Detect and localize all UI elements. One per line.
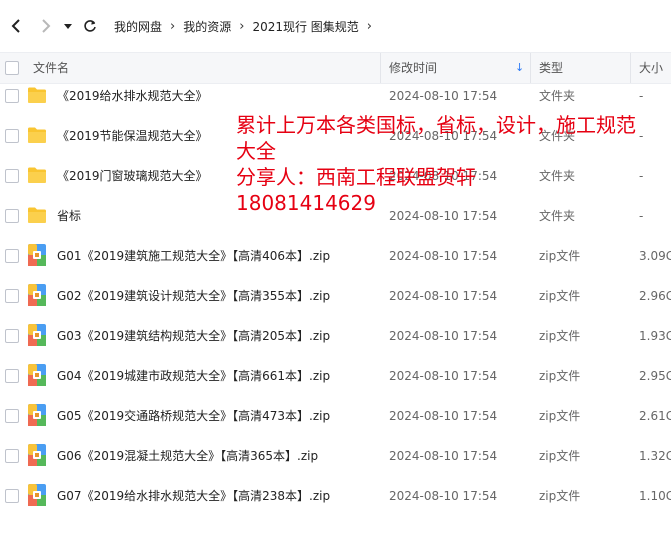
row-checkbox[interactable]	[5, 329, 19, 343]
file-size: 1.10G	[639, 489, 671, 503]
file-type: zip文件	[539, 289, 581, 303]
file-type: zip文件	[539, 329, 581, 343]
zip-archive-icon	[28, 244, 46, 266]
file-size: 2.61G	[639, 409, 671, 423]
file-name[interactable]: G05《2019交通路桥规范大全》【高清473本】.zip	[57, 396, 330, 436]
breadcrumb-separator-icon: ›	[170, 18, 176, 34]
row-checkbox[interactable]	[5, 489, 19, 503]
modified-time: 2024-08-10 17:54	[389, 329, 498, 343]
file-type: zip文件	[539, 449, 581, 463]
modified-time: 2024-08-10 17:54	[389, 89, 498, 103]
row-checkbox[interactable]	[5, 89, 19, 103]
overlay-line: 大全	[236, 139, 276, 163]
forward-button[interactable]	[34, 14, 58, 38]
breadcrumb-item-my-resources[interactable]: 我的资源	[183, 18, 231, 35]
row-checkbox[interactable]	[5, 129, 19, 143]
modified-time: 2024-08-10 17:54	[389, 369, 498, 383]
folder-icon	[28, 87, 46, 103]
refresh-button[interactable]	[78, 14, 102, 38]
breadcrumb-item-my-drive[interactable]: 我的网盘	[114, 18, 162, 35]
row-checkbox[interactable]	[5, 289, 19, 303]
file-name[interactable]: G03《2019建筑结构规范大全》【高清205本】.zip	[57, 316, 330, 356]
file-row[interactable]: G02《2019建筑设计规范大全》【高清355本】.zip 2024-08-10 …	[0, 276, 671, 316]
file-row[interactable]: G05《2019交通路桥规范大全》【高清473本】.zip 2024-08-10 …	[0, 396, 671, 436]
file-type: zip文件	[539, 489, 581, 503]
back-button[interactable]	[4, 14, 28, 38]
file-name[interactable]: G04《2019城建市政规范大全》【高清661本】.zip	[57, 356, 330, 396]
row-checkbox[interactable]	[5, 249, 19, 263]
row-checkbox[interactable]	[5, 409, 19, 423]
file-name[interactable]: G01《2019建筑施工规范大全》【高清406本】.zip	[57, 236, 330, 276]
chevron-right-icon	[42, 19, 51, 33]
file-row[interactable]: G04《2019城建市政规范大全》【高清661本】.zip 2024-08-10 …	[0, 356, 671, 396]
file-name[interactable]: G02《2019建筑设计规范大全》【高清355本】.zip	[57, 276, 330, 316]
file-size: 3.09G	[639, 249, 671, 263]
file-type: zip文件	[539, 249, 581, 263]
zip-archive-icon	[28, 364, 46, 386]
row-checkbox[interactable]	[5, 209, 19, 223]
file-name[interactable]: 省标	[57, 196, 81, 236]
zip-archive-icon	[28, 444, 46, 466]
file-name[interactable]: 《2019节能保温规范大全》	[57, 116, 208, 156]
modified-time: 2024-08-10 17:54	[389, 449, 498, 463]
folder-icon	[28, 167, 46, 183]
file-size: 2.95G	[639, 369, 671, 383]
breadcrumb-separator-icon: ›	[366, 18, 372, 34]
zip-archive-icon	[28, 324, 46, 346]
file-row[interactable]: G03《2019建筑结构规范大全》【高清205本】.zip 2024-08-10 …	[0, 316, 671, 356]
zip-archive-icon	[28, 484, 46, 506]
row-checkbox[interactable]	[5, 449, 19, 463]
file-row[interactable]: G01《2019建筑施工规范大全》【高清406本】.zip 2024-08-10 …	[0, 236, 671, 276]
caret-down-icon	[64, 24, 72, 29]
breadcrumb: 我的网盘 › 我的资源 › 2021现行 图集规范 ›	[114, 18, 380, 35]
select-all-checkbox[interactable]	[5, 61, 19, 75]
file-size: -	[639, 89, 644, 103]
breadcrumb-separator-icon: ›	[239, 18, 245, 34]
folder-row[interactable]: 《2019给水排水规范大全》 2024-08-10 17:54 文件夹 -	[0, 76, 671, 116]
overlay-line: 分享人：西南工程联盟贺轩	[236, 165, 476, 189]
row-checkbox[interactable]	[5, 169, 19, 183]
refresh-icon	[84, 20, 96, 32]
file-size: 1.32G	[639, 449, 671, 463]
breadcrumb-item-current-folder[interactable]: 2021现行 图集规范	[252, 18, 358, 35]
file-name[interactable]: G06《2019混凝土规范大全》【高清365本】.zip	[57, 436, 318, 476]
folder-icon	[28, 207, 46, 223]
folder-icon	[28, 127, 46, 143]
history-dropdown[interactable]	[60, 14, 76, 38]
row-checkbox[interactable]	[5, 369, 19, 383]
modified-time: 2024-08-10 17:54	[389, 249, 498, 263]
overlay-line: 累计上万本各类国标，省标，设计，施工规范	[236, 113, 636, 137]
file-name[interactable]: G07《2019给水排水规范大全》【高清238本】.zip	[57, 476, 330, 516]
file-row[interactable]: G07《2019给水排水规范大全》【高清238本】.zip 2024-08-10 …	[0, 476, 671, 516]
overlay-annotation: 累计上万本各类国标，省标，设计，施工规范 大全 分享人：西南工程联盟贺轩 180…	[236, 112, 666, 216]
file-name[interactable]: 《2019门窗玻璃规范大全》	[57, 156, 208, 196]
zip-archive-icon	[28, 404, 46, 426]
file-size: 1.93G	[639, 329, 671, 343]
file-type: zip文件	[539, 369, 581, 383]
file-name[interactable]: 《2019给水排水规范大全》	[57, 76, 208, 116]
modified-time: 2024-08-10 17:54	[389, 489, 498, 503]
modified-time: 2024-08-10 17:54	[389, 289, 498, 303]
file-row[interactable]: G06《2019混凝土规范大全》【高清365本】.zip 2024-08-10 1…	[0, 436, 671, 476]
overlay-line: 18081414629	[236, 191, 376, 215]
toolbar: 我的网盘 › 我的资源 › 2021现行 图集规范 ›	[0, 0, 671, 52]
file-size: 2.96G	[639, 289, 671, 303]
chevron-left-icon	[11, 19, 20, 33]
modified-time: 2024-08-10 17:54	[389, 409, 498, 423]
file-type: 文件夹	[539, 89, 576, 103]
file-type: zip文件	[539, 409, 581, 423]
zip-archive-icon	[28, 284, 46, 306]
